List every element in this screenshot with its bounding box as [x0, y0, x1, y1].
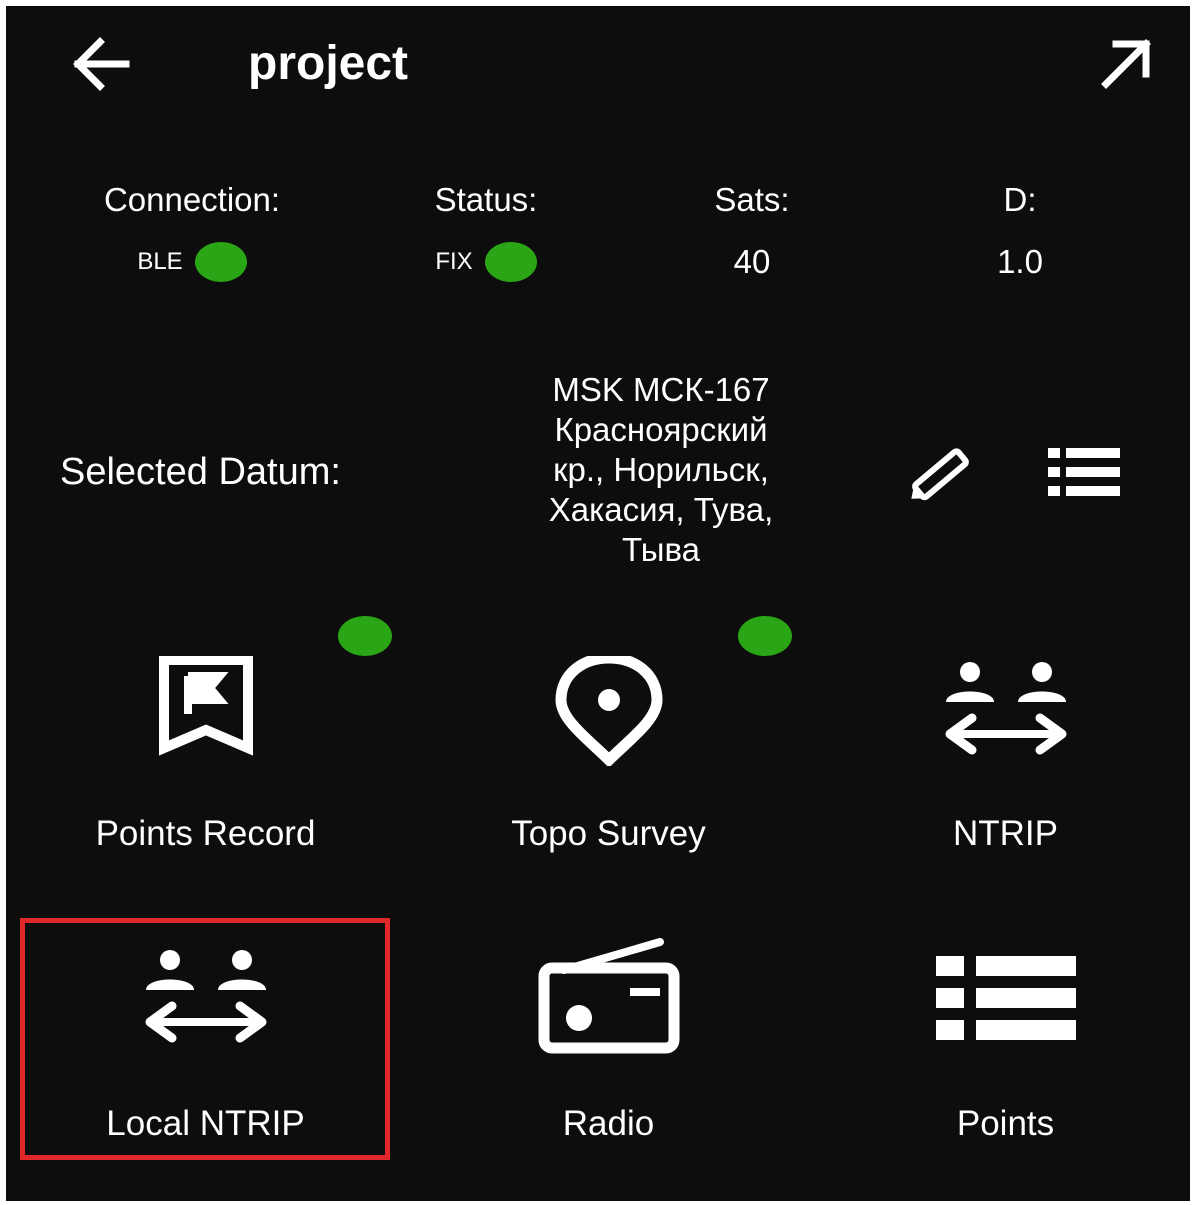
radio-icon: [538, 938, 679, 1054]
datum-list-button[interactable]: [1044, 442, 1124, 502]
tile-local-ntrip[interactable]: Local NTRIP: [8, 944, 403, 1174]
tile-points[interactable]: Points: [808, 956, 1190, 1186]
d-label: D:: [1003, 181, 1037, 218]
connection-value: BLE: [137, 248, 183, 275]
sats-status: Sats: 40: [622, 178, 882, 282]
arrow-left-icon: [73, 37, 130, 91]
connection-indicator: [194, 242, 247, 282]
pencil-icon: [911, 448, 969, 501]
sats-value: 40: [733, 243, 771, 280]
tile-label: Topo Survey: [511, 814, 706, 853]
points-record-indicator: [338, 616, 392, 656]
map-pin-icon: [554, 656, 663, 766]
connection-label: Connection:: [103, 181, 281, 218]
app-screen: project Connection: BLE Status: FIX Sats…: [6, 6, 1190, 1201]
status-value: FIX: [435, 248, 473, 275]
datum-line: Красноярский: [554, 411, 768, 448]
list-icon: [935, 956, 1076, 1040]
datum-line: MSK МСК-167: [552, 371, 770, 408]
edit-datum-button[interactable]: [902, 438, 982, 508]
users-transfer-icon: [145, 950, 266, 1043]
datum-label: Selected Datum:: [60, 451, 341, 493]
tile-topo-survey[interactable]: Topo Survey: [411, 656, 806, 886]
expand-button[interactable]: [1092, 30, 1160, 98]
topo-survey-indicator: [738, 616, 792, 656]
back-button[interactable]: [64, 28, 136, 100]
datum-line: кр., Норильск,: [553, 451, 769, 488]
fix-status: Status: FIX: [356, 178, 616, 282]
connection-status: Connection: BLE: [62, 178, 322, 282]
status-label: Status:: [434, 181, 538, 218]
status-indicator: [484, 242, 537, 282]
page-title: project: [248, 37, 409, 90]
datum-line: Хакасия, Тува,: [548, 491, 774, 528]
tile-label: Points: [956, 1104, 1055, 1143]
tile-radio[interactable]: Radio: [411, 938, 806, 1168]
d-value: 1.0: [997, 243, 1043, 280]
tile-label: Radio: [562, 1104, 655, 1143]
bookmark-flag-icon: [158, 656, 253, 756]
users-transfer-icon: [945, 662, 1066, 755]
list-icon: [1048, 448, 1120, 496]
d-status: D: 1.0: [890, 178, 1150, 282]
sats-label: Sats:: [714, 181, 790, 218]
tile-ntrip[interactable]: NTRIP: [808, 656, 1190, 886]
datum-line: Тыва: [622, 531, 700, 568]
datum-value: MSK МСК-167 Красноярский кр., Норильск, …: [486, 370, 836, 570]
tile-points-record[interactable]: Points Record: [8, 656, 403, 886]
tile-label: Points Record: [95, 814, 316, 853]
tile-label: Local NTRIP: [106, 1104, 305, 1143]
tile-label: NTRIP: [953, 814, 1058, 853]
arrow-up-right-icon: [1101, 39, 1151, 89]
